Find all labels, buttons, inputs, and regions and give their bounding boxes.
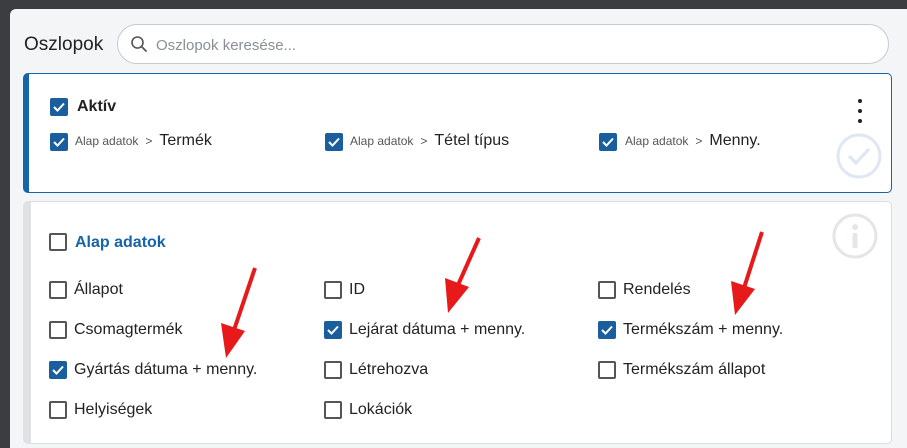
active-item-label: Alap adatok > Termék: [75, 132, 212, 149]
group-select-all-checkbox[interactable]: [49, 233, 67, 251]
column-label: Rendelés: [623, 281, 691, 298]
column-label: Állapot: [74, 281, 123, 298]
active-item-label: Alap adatok > Tétel típus: [350, 132, 510, 149]
column-checkbox[interactable]: [324, 401, 342, 419]
column-label: Lejárat dátuma + menny.: [349, 321, 526, 338]
column-checkbox[interactable]: [598, 361, 616, 379]
column-checkbox[interactable]: [598, 281, 616, 299]
active-item-checkbox[interactable]: [50, 133, 68, 151]
column-label: Csomagtermék: [74, 321, 183, 338]
column-label: Létrehozva: [349, 361, 429, 378]
search-box[interactable]: [117, 24, 889, 64]
column-label: Termékszám + menny.: [623, 321, 784, 338]
check-circle-icon: [836, 133, 882, 179]
group-columns-card: Alap adatok Állapot ID Rendelés Csomagte…: [23, 201, 892, 444]
column-checkbox[interactable]: [324, 321, 342, 339]
column-checkbox[interactable]: [49, 401, 67, 419]
active-item-checkbox[interactable]: [599, 133, 617, 151]
column-label: Termékszám állapot: [623, 361, 766, 378]
column-checkbox[interactable]: [49, 281, 67, 299]
column-label: Helyiségek: [74, 401, 153, 418]
column-label: ID: [349, 281, 365, 298]
column-checkbox[interactable]: [49, 361, 67, 379]
active-columns-card: Aktív Alap adatok > Termék Alap adatok > Tét…: [23, 73, 892, 193]
active-section-title: Aktív: [77, 98, 117, 115]
column-label: Lokációk: [349, 401, 413, 418]
active-item-label: Alap adatok > Menny.: [625, 132, 761, 149]
column-checkbox[interactable]: [49, 321, 67, 339]
group-section-title[interactable]: Alap adatok: [75, 234, 166, 252]
search-icon: [130, 35, 148, 58]
active-item-checkbox[interactable]: [325, 133, 343, 151]
column-checkbox[interactable]: [598, 321, 616, 339]
active-select-all-checkbox[interactable]: [50, 98, 68, 116]
kebab-menu-icon[interactable]: [855, 99, 865, 123]
info-circle-icon: [832, 213, 878, 259]
column-label: Gyártás dátuma + menny.: [74, 361, 258, 378]
panel-title: Oszlopok: [24, 34, 104, 55]
column-checkbox[interactable]: [324, 281, 342, 299]
search-input[interactable]: [154, 31, 858, 59]
column-checkbox[interactable]: [324, 361, 342, 379]
